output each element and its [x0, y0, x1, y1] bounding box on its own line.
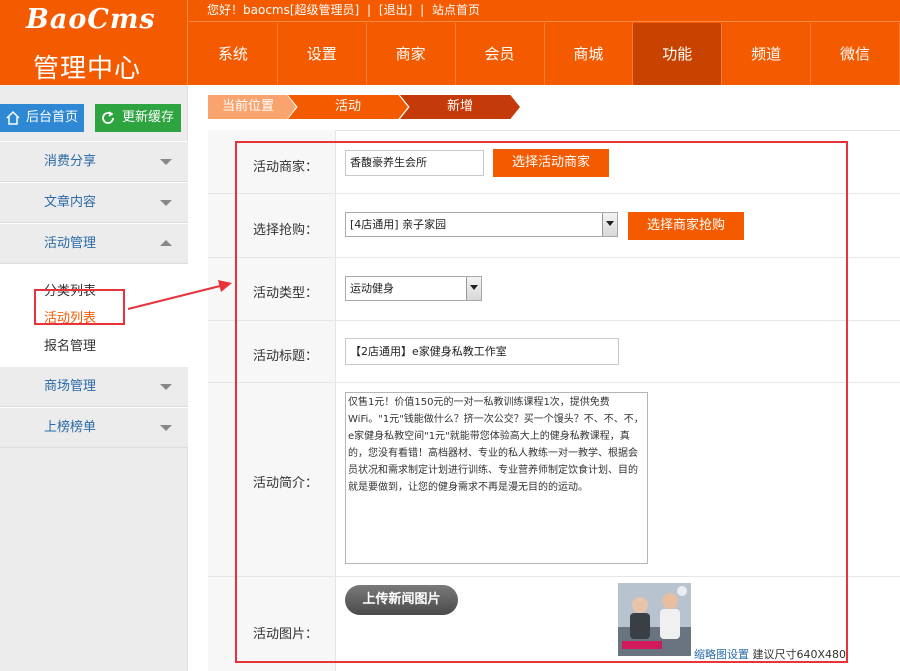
logo-subtitle: 管理中心 — [33, 54, 142, 84]
chevron-down-icon — [160, 425, 172, 431]
nav-item-merchant[interactable]: 商家 — [367, 23, 456, 85]
breadcrumb-activity[interactable]: 活动 — [288, 95, 408, 119]
sidebar-group-articles[interactable]: 文章内容 — [0, 182, 188, 223]
chevron-down-icon — [160, 384, 172, 390]
topbar-separator: | — [420, 3, 425, 17]
nav-item-mall[interactable]: 商城 — [545, 23, 634, 85]
annotation-highlight-box — [34, 289, 125, 325]
nav-item-features[interactable]: 功能 — [633, 23, 723, 85]
sidebar-group-label: 上榜榜单 — [44, 420, 97, 435]
topbar: 您好！baocms[超级管理员] | [退出] | 站点首页 — [189, 0, 900, 22]
home-icon — [6, 110, 20, 125]
topbar-separator: | — [367, 3, 372, 17]
logo-area: BaoCms 管理中心 — [0, 0, 188, 85]
refresh-cache-label: 更新缓存 — [122, 110, 175, 125]
nav-item-system[interactable]: 系统 — [189, 23, 278, 85]
header: BaoCms 管理中心 您好！baocms[超级管理员] | [退出] | 站点… — [0, 0, 900, 85]
sidebar-group-label: 消费分享 — [44, 154, 97, 169]
site-home-link[interactable]: 站点首页 — [432, 3, 480, 17]
sidebar-group-rankings[interactable]: 上榜榜单 — [0, 407, 188, 448]
refresh-cache-button[interactable]: 更新缓存 — [95, 104, 181, 132]
admin-home-button[interactable]: 后台首页 — [0, 104, 84, 132]
chevron-down-icon — [160, 200, 172, 206]
refresh-icon — [102, 111, 114, 124]
sidebar-group-label: 商场管理 — [44, 379, 97, 394]
chevron-down-icon — [160, 159, 172, 165]
logo: BaoCms — [26, 4, 156, 35]
nav-item-settings[interactable]: 设置 — [278, 23, 367, 85]
greeting-text: 您好！baocms[超级管理员] — [207, 3, 360, 17]
admin-home-label: 后台首页 — [26, 110, 79, 125]
nav-item-channel[interactable]: 频道 — [722, 23, 812, 85]
sidebar-group-label: 文章内容 — [44, 195, 97, 210]
chevron-up-icon — [160, 240, 172, 246]
sidebar-group-consumption-share[interactable]: 消费分享 — [0, 141, 188, 182]
sidebar-group-label: 活动管理 — [44, 236, 97, 251]
annotation-form-box — [235, 141, 848, 663]
breadcrumb-add: 新增 — [400, 95, 520, 119]
sidebar-group-mall-management[interactable]: 商场管理 — [0, 366, 188, 407]
nav-item-wechat[interactable]: 微信 — [811, 23, 900, 85]
main-nav: 系统 设置 商家 会员 商城 功能 频道 微信 — [189, 23, 900, 85]
nav-item-member[interactable]: 会员 — [456, 23, 545, 85]
annotation-arrow-icon — [127, 280, 232, 310]
sidebar-group-activity-management[interactable]: 活动管理 — [0, 223, 188, 264]
logout-link[interactable]: [退出] — [379, 3, 412, 17]
breadcrumb-current-location: 当前位置 — [208, 95, 296, 119]
sidebar-item-signup-management[interactable]: 报名管理 — [44, 335, 96, 354]
